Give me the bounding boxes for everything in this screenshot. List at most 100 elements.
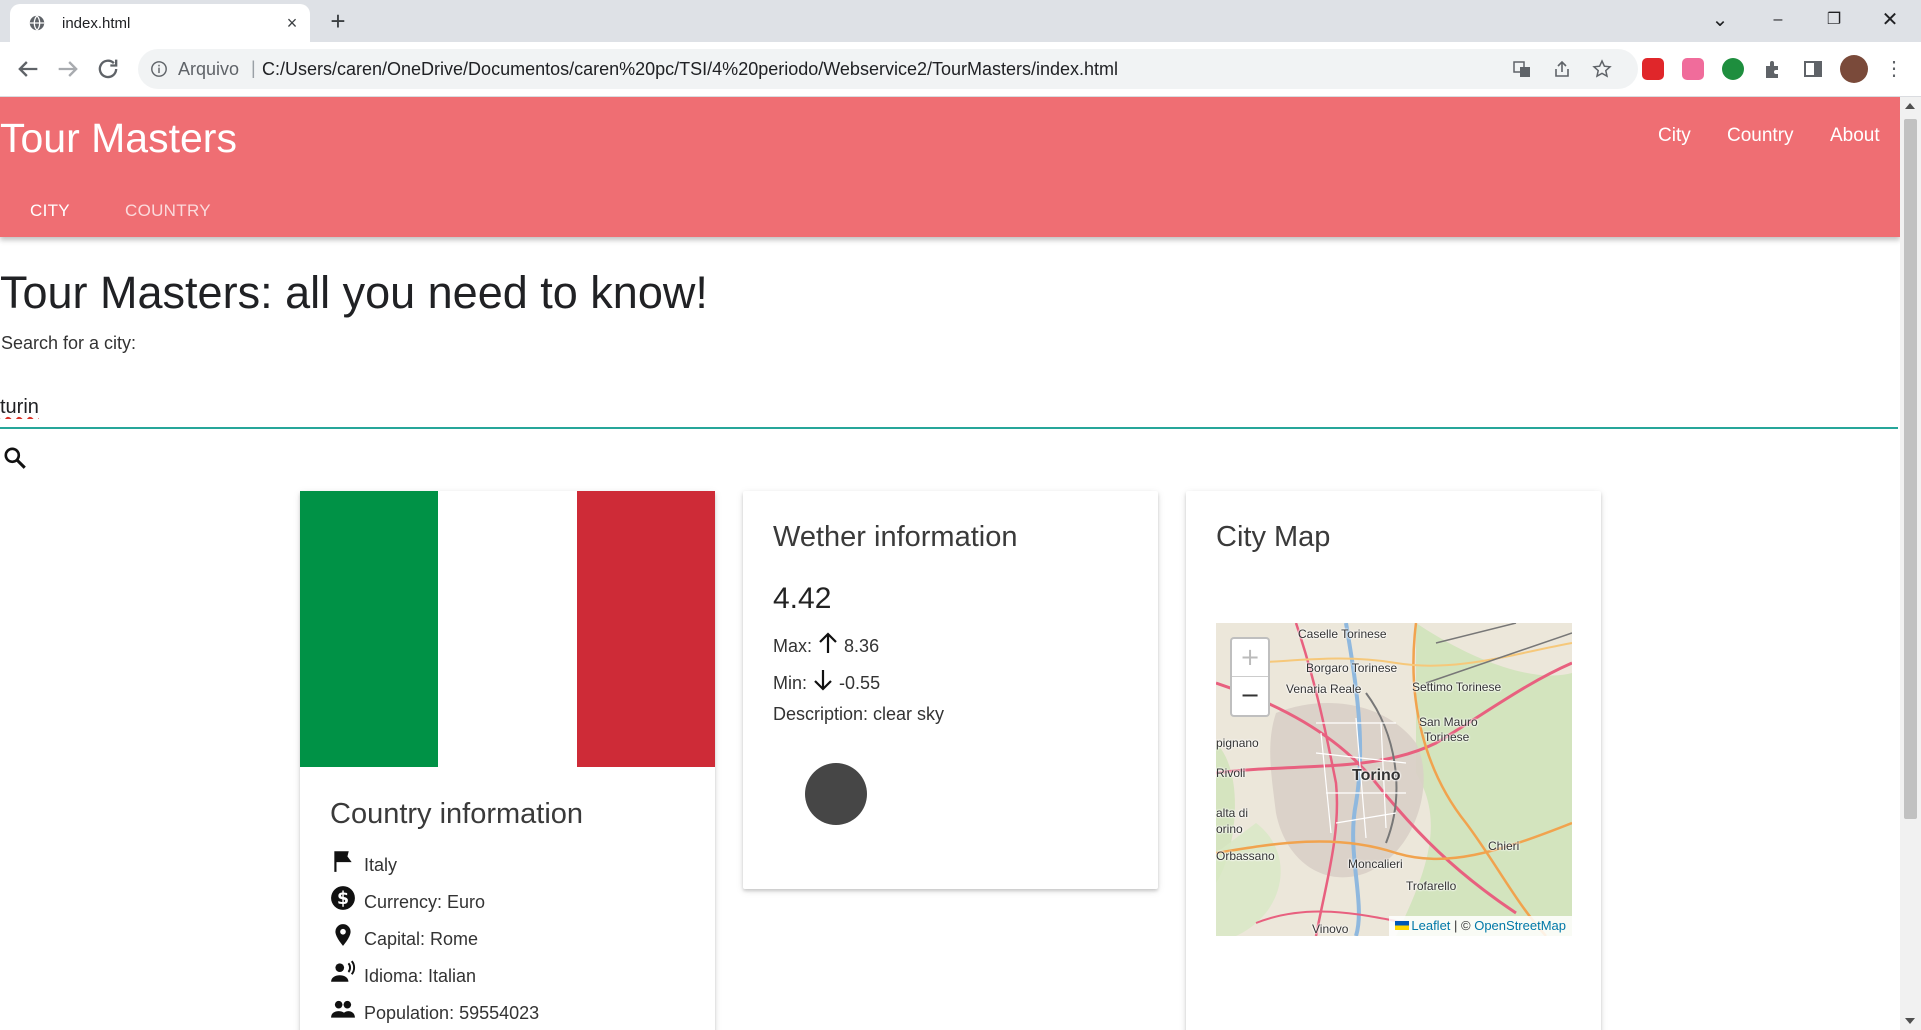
browser-tab[interactable]: index.html × — [10, 4, 310, 42]
map-label-vinovo: Vinovo — [1312, 922, 1349, 936]
side-panel-icon[interactable] — [1802, 58, 1824, 80]
max-label: Max: — [773, 636, 813, 656]
m-extension-icon[interactable] — [1682, 58, 1704, 80]
ukraine-flag-icon — [1395, 921, 1410, 930]
nav-link-country[interactable]: Country — [1727, 125, 1794, 147]
map-zoom-control: + − — [1230, 637, 1270, 717]
attribution-separator: | © — [1450, 918, 1475, 933]
menu-dots-icon[interactable]: ⋮ — [1884, 55, 1904, 83]
new-tab-button[interactable]: + — [324, 8, 352, 36]
info-icon[interactable] — [150, 60, 168, 78]
browser-tabstrip: index.html × + ⌄ – ❐ ✕ — [0, 0, 1921, 42]
map-label-pignano: pignano — [1216, 736, 1259, 750]
map-label-chieri: Chieri — [1488, 839, 1520, 853]
tab-close-icon[interactable]: × — [280, 11, 304, 35]
page-scrollbar[interactable] — [1900, 97, 1921, 1030]
svg-text:$: $ — [337, 889, 349, 909]
address-url[interactable]: C:/Users/caren/OneDrive/Documentos/caren… — [262, 59, 1118, 80]
zoom-in-button[interactable]: + — [1232, 639, 1268, 677]
address-separator: | — [251, 58, 256, 78]
search-label: Search for a city: — [1, 333, 137, 353]
reload-icon[interactable] — [94, 55, 122, 83]
map-label-trofarello: Trofarello — [1406, 879, 1457, 893]
scroll-up-arrow[interactable] — [1905, 103, 1915, 109]
tab-title: index.html — [62, 15, 131, 32]
tab-country[interactable]: COUNTRY — [125, 201, 211, 221]
population-text: Population: 59554023 — [364, 1003, 540, 1023]
map-label-rivoli: Rivoli — [1216, 766, 1246, 780]
map-label-valta-1: alta di — [1216, 806, 1249, 820]
address-bar[interactable]: Arquivo | C:/Users/caren/OneDrive/Docume… — [138, 49, 1638, 89]
web-page: Tour Masters City Country About CITY COU… — [0, 97, 1900, 1030]
globe-icon — [29, 15, 45, 31]
map-label-orbassano: Orbassano — [1216, 849, 1275, 863]
map-label-borgaro: Borgaro Torinese — [1306, 661, 1398, 675]
city-search-input[interactable] — [0, 387, 1898, 429]
map-label-moncalieri: Moncalieri — [1348, 857, 1403, 871]
city-map[interactable]: + − Caselle Torinese Borgaro Torinese Ve… — [1216, 623, 1572, 936]
puzzle-extensions-icon[interactable] — [1762, 58, 1784, 80]
map-attribution: Leaflet | © OpenStreetMap — [1389, 916, 1572, 936]
browser-toolbar: Arquivo | C:/Users/caren/OneDrive/Docume… — [0, 42, 1921, 97]
star-icon[interactable] — [1592, 59, 1612, 79]
map-label-san-mauro: San Mauro — [1419, 715, 1478, 729]
maximize-button[interactable]: ❐ — [1806, 0, 1862, 40]
close-window-button[interactable]: ✕ — [1862, 0, 1918, 40]
youtube-extension-icon[interactable] — [1642, 58, 1664, 80]
country-flag — [300, 491, 715, 767]
dollar-icon: $ — [331, 886, 355, 910]
weather-description: Description: clear sky — [773, 704, 945, 724]
flag-icon — [334, 851, 352, 872]
arrow-down-icon — [814, 670, 832, 691]
flag-stripe-red — [576, 491, 715, 767]
site-navbar: Tour Masters City Country About CITY COU… — [0, 97, 1900, 237]
tab-search-icon[interactable]: ⌄ — [1692, 0, 1748, 40]
scroll-thumb[interactable] — [1904, 119, 1917, 819]
language-text: Idioma: Italian — [364, 966, 477, 986]
max-temp-row: Max: 8.36 — [773, 631, 879, 657]
translate-icon[interactable] — [1512, 59, 1532, 79]
brand-logo[interactable]: Tour Masters — [0, 115, 237, 162]
flag-stripe-white — [438, 491, 577, 767]
map-card-title: City Map — [1216, 521, 1331, 553]
map-label-caselle: Caselle Torinese — [1298, 627, 1387, 641]
flag-stripe-green — [300, 491, 439, 767]
weather-card: Wether information 4.42 Max: 8.36 Min: -… — [743, 491, 1158, 889]
profile-avatar[interactable] — [1840, 55, 1868, 83]
currency-text: Currency: Euro — [364, 892, 486, 912]
weather-condition-icon — [805, 763, 867, 825]
temperature-value: 4.42 — [773, 582, 832, 615]
country-name: Italy — [364, 855, 398, 875]
map-label-venaria: Venaria Reale — [1286, 682, 1362, 696]
people-icon — [331, 1000, 355, 1018]
location-pin-icon — [335, 924, 351, 946]
page-title: Tour Masters: all you need to know! — [0, 267, 708, 318]
capital-text: Capital: Rome — [364, 929, 479, 949]
max-value: 8.36 — [844, 636, 880, 656]
map-label-valta-2: orino — [1216, 822, 1243, 836]
nav-link-city[interactable]: City — [1658, 125, 1691, 147]
country-card: Country information Italy $ Currency: Eu… — [300, 491, 715, 1030]
tab-city[interactable]: CITY — [30, 201, 70, 221]
country-card-title: Country information — [330, 798, 584, 830]
minimize-button[interactable]: – — [1750, 0, 1806, 40]
weather-card-title: Wether information — [773, 521, 1018, 553]
scroll-down-arrow[interactable] — [1905, 1018, 1915, 1024]
min-value: -0.55 — [839, 673, 881, 693]
forward-arrow-icon[interactable] — [54, 55, 82, 83]
search-icon[interactable] — [2, 445, 28, 471]
min-temp-row: Min: -0.55 — [773, 668, 880, 694]
map-label-torinese: Torinese — [1424, 730, 1470, 744]
speaking-person-icon — [331, 960, 356, 982]
openstreetmap-link[interactable]: OpenStreetMap — [1474, 918, 1566, 933]
min-label: Min: — [773, 673, 808, 693]
leaflet-link[interactable]: Leaflet — [1411, 918, 1450, 933]
share-icon[interactable] — [1552, 59, 1572, 79]
nav-link-about[interactable]: About — [1830, 125, 1880, 147]
zoom-out-button[interactable]: − — [1232, 677, 1268, 714]
map-label-settimo: Settimo Torinese — [1412, 680, 1502, 694]
arrow-up-icon — [819, 632, 837, 653]
back-arrow-icon[interactable] — [14, 55, 42, 83]
address-scheme-label: Arquivo — [178, 59, 240, 79]
dollar-extension-icon[interactable] — [1722, 58, 1744, 80]
